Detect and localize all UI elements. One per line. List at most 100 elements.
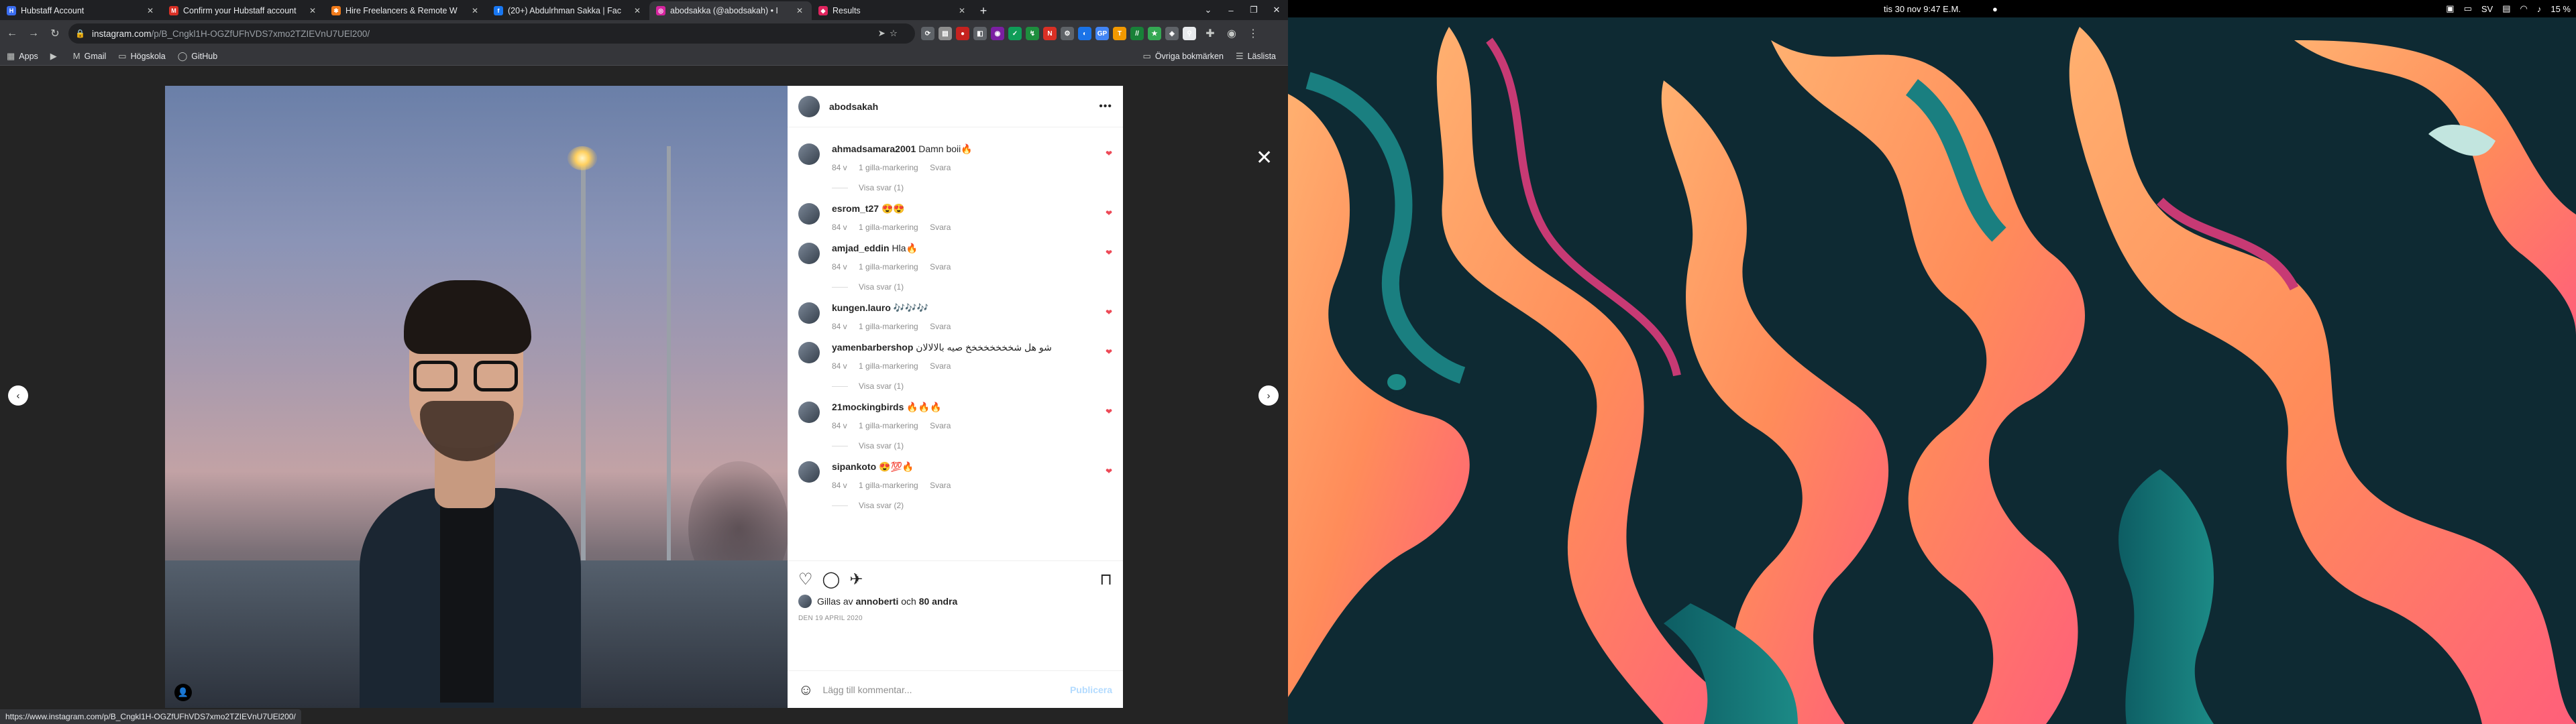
comment-likes[interactable]: 1 gilla-markering (859, 163, 918, 172)
screenshot-icon[interactable]: ▣ (2446, 3, 2454, 14)
commenter-avatar[interactable] (798, 461, 820, 483)
commenter-username[interactable]: kungen.lauro (832, 302, 891, 313)
reply-button[interactable]: Svara (930, 421, 951, 430)
minimize-button[interactable]: – (1220, 0, 1242, 20)
commenter-avatar[interactable] (798, 302, 820, 324)
comment-likes[interactable]: 1 gilla-markering (859, 481, 918, 490)
comment-bubble-icon[interactable]: ◯ (822, 570, 841, 589)
comment-input[interactable]: Lägg till kommentar... (822, 684, 912, 695)
commenter-username[interactable]: 21mockingbirds (832, 402, 904, 412)
comment-heart-icon[interactable]: ❤ (1106, 467, 1112, 476)
browser-tab[interactable]: f (20+) Abdulrhman Sakka | Fac ✕ (487, 1, 649, 20)
extension-icon[interactable]: ★ (1148, 27, 1161, 40)
extension-icon[interactable]: ● (956, 27, 969, 40)
comment-time[interactable]: 84 v (832, 421, 847, 430)
extension-icon[interactable]: ◈ (1165, 27, 1179, 40)
commenter-avatar[interactable] (798, 203, 820, 225)
comment-heart-icon[interactable]: ❤ (1106, 208, 1112, 218)
comment-time[interactable]: 84 v (832, 361, 847, 371)
extension-icon[interactable]: N (1043, 27, 1057, 40)
commenter-username[interactable]: ahmadsamara2001 (832, 143, 916, 154)
commenter-avatar[interactable] (798, 402, 820, 423)
extension-icon[interactable]: ✓ (1008, 27, 1022, 40)
extension-icon[interactable]: // (1130, 27, 1144, 40)
forward-button[interactable]: → (24, 24, 43, 43)
bookmark-item[interactable]: ▭ Högskola (118, 51, 165, 62)
comment-time[interactable]: 84 v (832, 262, 847, 272)
reply-button[interactable]: Svara (930, 481, 951, 490)
clock[interactable]: tis 30 nov 9:47 E.M. (1884, 4, 1961, 14)
extension-icon[interactable]: ⚲ (1183, 27, 1196, 40)
close-window-button[interactable]: ✕ (1265, 0, 1288, 20)
browser-tab[interactable]: ✱ Hire Freelancers & Remote W ✕ (325, 1, 487, 20)
commenter-username[interactable]: sipankoto (832, 461, 876, 472)
wifi-icon[interactable]: ◠ (2520, 3, 2528, 14)
tagged-user-icon[interactable]: 👤 (174, 684, 192, 701)
comment-likes[interactable]: 1 gilla-markering (859, 262, 918, 272)
comment-heart-icon[interactable]: ❤ (1106, 149, 1112, 158)
bookmark-item[interactable]: ☰ Läslista (1236, 51, 1276, 62)
comment-time[interactable]: 84 v (832, 223, 847, 232)
liker-avatar[interactable] (798, 595, 812, 608)
volume-icon[interactable]: ♪ (2537, 4, 2542, 14)
reload-button[interactable]: ↻ (46, 24, 64, 43)
commenter-avatar[interactable] (798, 143, 820, 165)
reply-button[interactable]: Svara (930, 322, 951, 331)
extension-icon[interactable]: ◉ (991, 27, 1004, 40)
reply-button[interactable]: Svara (930, 223, 951, 232)
comment-likes[interactable]: 1 gilla-markering (859, 361, 918, 371)
emoji-icon[interactable]: ☺ (798, 681, 813, 699)
comment-time[interactable]: 84 v (832, 163, 847, 172)
owner-avatar[interactable] (798, 95, 820, 117)
view-replies[interactable]: Visa svar (1) (832, 183, 1112, 192)
maximize-button[interactable]: ❐ (1242, 0, 1265, 20)
next-post-arrow[interactable]: › (1258, 385, 1279, 406)
puzzle-icon[interactable]: ✚ (1201, 24, 1220, 43)
comment-heart-icon[interactable]: ❤ (1106, 248, 1112, 257)
extension-icon[interactable]: ⟳ (921, 27, 934, 40)
commenter-avatar[interactable] (798, 243, 820, 264)
display-icon[interactable]: ▭ (2464, 3, 2472, 14)
extension-icon[interactable]: ↯ (1026, 27, 1039, 40)
extension-icon[interactable]: GP (1095, 27, 1109, 40)
browser-tab[interactable]: H Hubstaff Account ✕ (0, 1, 162, 20)
close-tab-icon[interactable]: ✕ (632, 6, 643, 15)
extension-icon[interactable]: ◧ (973, 27, 987, 40)
comment-likes[interactable]: 1 gilla-markering (859, 322, 918, 331)
battery-level[interactable]: 15 % (2551, 4, 2571, 14)
browser-tab[interactable]: ◎ abodsakka (@abodsakah) • I ✕ (649, 1, 812, 20)
save-bookmark-icon[interactable]: ⊓ (1099, 570, 1112, 589)
view-replies[interactable]: Visa svar (2) (832, 501, 1112, 510)
close-tab-icon[interactable]: ✕ (470, 6, 480, 15)
bookmark-item[interactable]: M Gmail (73, 51, 107, 61)
liker-username[interactable]: annoberti (856, 596, 899, 607)
bookmark-item[interactable]: ▶ (50, 51, 61, 62)
previous-post-arrow[interactable]: ‹ (8, 385, 28, 406)
extension-icon[interactable]: ▤ (938, 27, 952, 40)
close-tab-icon[interactable]: ✕ (307, 6, 318, 15)
commenter-username[interactable]: esrom_t27 (832, 203, 879, 214)
comment-heart-icon[interactable]: ❤ (1106, 407, 1112, 416)
comment-time[interactable]: 84 v (832, 481, 847, 490)
tab-search-icon[interactable]: ⌄ (1197, 0, 1220, 20)
extension-icon[interactable]: T (1113, 27, 1126, 40)
commenter-username[interactable]: amjad_eddin (832, 243, 890, 253)
share-paper-plane-icon[interactable]: ✈ (849, 570, 863, 589)
menu-icon[interactable]: ⋮ (1244, 24, 1263, 43)
reply-button[interactable]: Svara (930, 163, 951, 172)
owner-username[interactable]: abodsakah (829, 101, 878, 112)
profile-avatar[interactable]: ◉ (1222, 24, 1241, 43)
new-tab-button[interactable]: + (974, 1, 993, 20)
close-tab-icon[interactable]: ✕ (957, 6, 967, 15)
address-bar[interactable]: 🔒 instagram.com/p/B_Cngkl1H-OGZfUFhVDS7x… (68, 23, 915, 44)
likes-others-link[interactable]: 80 andra (919, 596, 958, 607)
clipboard-icon[interactable]: ▤ (2502, 3, 2510, 14)
reply-button[interactable]: Svara (930, 262, 951, 272)
bookmark-item[interactable]: ▦ Apps (7, 51, 38, 62)
commenter-avatar[interactable] (798, 342, 820, 363)
view-replies[interactable]: Visa svar (1) (832, 381, 1112, 391)
extension-icon[interactable]: ◐ (1078, 27, 1091, 40)
publish-button[interactable]: Publicera (1070, 684, 1112, 695)
bookmark-item[interactable]: ◯ GitHub (178, 51, 217, 62)
close-tab-icon[interactable]: ✕ (794, 6, 805, 15)
